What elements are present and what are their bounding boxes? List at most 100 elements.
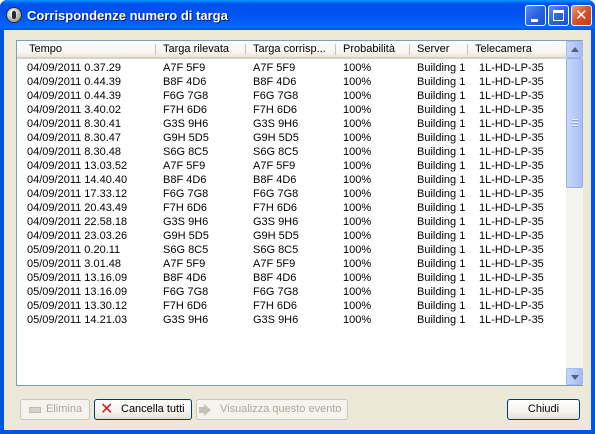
close-window-button[interactable]: ✕ bbox=[571, 5, 592, 26]
table-row[interactable]: 04/09/2011 8.30.41 G3S 9H6 G3S 9H6 100% Buil… bbox=[17, 117, 566, 131]
cell-probability: 100% bbox=[343, 314, 372, 326]
dialog-client-area: Tempo Targa rilevata Targa corrisp... Pr… bbox=[4, 30, 591, 430]
table-row[interactable]: 05/09/2011 0.20.11 S6G 8C5 S6G 8C5 100% Buil… bbox=[17, 243, 566, 257]
cell-detected-plate: A7F 5F9 bbox=[163, 258, 206, 270]
table-row[interactable]: 04/09/2011 8.30.48 S6G 8C5 S6G 8C5 100% Buil… bbox=[17, 145, 566, 159]
cell-server: Building 1 bbox=[417, 258, 466, 270]
cell-matched-plate: G3S 9H6 bbox=[253, 314, 299, 326]
cell-detected-plate: G3S 9H6 bbox=[163, 314, 209, 326]
cell-time: 04/09/2011 22.58.18 bbox=[27, 216, 128, 228]
cell-camera: 1L-HD-LP-35 bbox=[479, 118, 544, 130]
table-row[interactable]: 04/09/2011 13.03.52 A7F 5F9 A7F 5F9 100% Bui… bbox=[17, 159, 566, 173]
cell-camera: 1L-HD-LP-35 bbox=[479, 174, 544, 186]
cell-server: Building 1 bbox=[417, 272, 466, 284]
cell-server: Building 1 bbox=[417, 244, 466, 256]
table-row[interactable]: 04/09/2011 20.43.49 F7H 6D6 F7H 6D6 100% Bui… bbox=[17, 201, 566, 215]
table-row[interactable]: 05/09/2011 3.01.48 A7F 5F9 A7F 5F9 100% Buil… bbox=[17, 257, 566, 271]
delete-button[interactable]: Elimina bbox=[20, 399, 90, 420]
column-divider[interactable] bbox=[467, 44, 468, 55]
matches-list[interactable]: Tempo Targa rilevata Targa corrisp... Pr… bbox=[16, 40, 583, 386]
cell-matched-plate: S6G 8C5 bbox=[253, 244, 299, 256]
cell-server: Building 1 bbox=[417, 76, 466, 88]
cell-matched-plate: F7H 6D6 bbox=[253, 300, 298, 312]
title-bar[interactable]: Corrispondenze numero di targa ✕ bbox=[0, 0, 595, 30]
column-header-server[interactable]: Server bbox=[411, 41, 467, 57]
cell-server: Building 1 bbox=[417, 174, 466, 186]
cell-detected-plate: B8F 4D6 bbox=[163, 272, 207, 284]
cell-time: 04/09/2011 13.03.52 bbox=[27, 160, 128, 172]
column-header-matched-plate[interactable]: Targa corrisp... bbox=[247, 41, 335, 57]
cell-camera: 1L-HD-LP-35 bbox=[479, 62, 544, 74]
cell-camera: 1L-HD-LP-35 bbox=[479, 188, 544, 200]
table-row[interactable]: 05/09/2011 13.16.09 B8F 4D6 B8F 4D6 100% Bui… bbox=[17, 271, 566, 285]
cell-probability: 100% bbox=[343, 90, 372, 102]
minimize-button[interactable] bbox=[525, 5, 546, 26]
cell-probability: 100% bbox=[343, 132, 372, 144]
cell-matched-plate: A7F 5F9 bbox=[253, 62, 296, 74]
table-row[interactable]: 05/09/2011 14.21.03 G3S 9H6 G3S 9H6 100% Bui… bbox=[17, 313, 566, 327]
window-border-bottom bbox=[0, 430, 595, 434]
cell-time: 05/09/2011 14.21.03 bbox=[27, 314, 128, 326]
cell-time: 04/09/2011 0.37.29 bbox=[27, 62, 121, 74]
cell-server: Building 1 bbox=[417, 202, 466, 214]
cell-time: 05/09/2011 3.01.48 bbox=[27, 258, 121, 270]
scrollbar-thumb[interactable] bbox=[566, 58, 583, 188]
column-divider[interactable] bbox=[409, 44, 410, 55]
window-title: Corrispondenze numero di targa bbox=[27, 8, 228, 23]
clear-all-button[interactable]: ✕ Cancella tutti bbox=[94, 399, 192, 420]
maximize-button[interactable] bbox=[548, 5, 569, 26]
grip-line bbox=[572, 125, 578, 126]
column-divider[interactable] bbox=[155, 44, 156, 55]
table-row[interactable]: 04/09/2011 0.44.39 B8F 4D6 B8F 4D6 100% Buil… bbox=[17, 75, 566, 89]
cell-probability: 100% bbox=[343, 216, 372, 228]
cell-camera: 1L-HD-LP-35 bbox=[479, 230, 544, 242]
cell-time: 04/09/2011 3.40.02 bbox=[27, 104, 121, 116]
table-row[interactable]: 04/09/2011 22.58.18 G3S 9H6 G3S 9H6 100% Bui… bbox=[17, 215, 566, 229]
cell-server: Building 1 bbox=[417, 118, 466, 130]
column-header-detected-plate[interactable]: Targa rilevata bbox=[157, 41, 245, 57]
cell-probability: 100% bbox=[343, 174, 372, 186]
scroll-up-button[interactable] bbox=[566, 41, 583, 58]
cell-detected-plate: F7H 6D6 bbox=[163, 202, 208, 214]
table-row[interactable]: 04/09/2011 14.40.40 B8F 4D6 B8F 4D6 100% Bui… bbox=[17, 173, 566, 187]
cell-server: Building 1 bbox=[417, 62, 466, 74]
table-row[interactable]: 04/09/2011 3.40.02 F7H 6D6 F7H 6D6 100% Buil… bbox=[17, 103, 566, 117]
cell-camera: 1L-HD-LP-35 bbox=[479, 76, 544, 88]
column-divider[interactable] bbox=[245, 44, 246, 55]
cell-time: 04/09/2011 23.03.26 bbox=[27, 230, 128, 242]
cell-matched-plate: B8F 4D6 bbox=[253, 174, 297, 186]
cell-server: Building 1 bbox=[417, 286, 466, 298]
table-row[interactable]: 04/09/2011 0.37.29 A7F 5F9 A7F 5F9 100% Buil… bbox=[17, 61, 566, 75]
cell-probability: 100% bbox=[343, 286, 372, 298]
table-row[interactable]: 04/09/2011 8.30.47 G9H 5D5 G9H 5D5 100% Buil… bbox=[17, 131, 566, 145]
scroll-down-button[interactable] bbox=[566, 368, 583, 385]
view-event-button[interactable]: Visualizza questo evento bbox=[196, 399, 348, 420]
cell-time: 04/09/2011 14.40.40 bbox=[27, 174, 128, 186]
column-header-probability[interactable]: Probabilità bbox=[337, 41, 409, 57]
cell-server: Building 1 bbox=[417, 230, 466, 242]
cell-matched-plate: G3S 9H6 bbox=[253, 216, 299, 228]
cell-time: 04/09/2011 8.30.47 bbox=[27, 132, 121, 144]
table-row[interactable]: 04/09/2011 0.44.39 F6G 7G8 F6G 7G8 100% Buil… bbox=[17, 89, 566, 103]
cell-camera: 1L-HD-LP-35 bbox=[479, 272, 544, 284]
column-divider[interactable] bbox=[335, 44, 336, 55]
column-header-camera[interactable]: Telecamera bbox=[469, 41, 565, 57]
column-header-time[interactable]: Tempo bbox=[23, 41, 155, 57]
cell-matched-plate: F7H 6D6 bbox=[253, 202, 298, 214]
cell-time: 04/09/2011 20.43.49 bbox=[27, 202, 128, 214]
plate-matches-window: Corrispondenze numero di targa ✕ Tempo T… bbox=[0, 0, 595, 434]
cell-matched-plate: F6G 7G8 bbox=[253, 90, 299, 102]
close-button[interactable]: Chiudi bbox=[507, 399, 580, 420]
table-row[interactable]: 05/09/2011 13.30.12 F7H 6D6 F7H 6D6 100% Bui… bbox=[17, 299, 566, 313]
cell-detected-plate: G3S 9H6 bbox=[163, 216, 209, 228]
table-row[interactable]: 05/09/2011 13.16.09 F6G 7G8 F6G 7G8 100% Bui… bbox=[17, 285, 566, 299]
cell-probability: 100% bbox=[343, 160, 372, 172]
vertical-scrollbar[interactable] bbox=[566, 41, 583, 385]
table-row[interactable]: 04/09/2011 23.03.26 G9H 5D5 G9H 5D5 100% Bui… bbox=[17, 229, 566, 243]
cell-camera: 1L-HD-LP-35 bbox=[479, 160, 544, 172]
cell-camera: 1L-HD-LP-35 bbox=[479, 314, 544, 326]
table-row[interactable]: 04/09/2011 17.33.12 F6G 7G8 F6G 7G8 100% Bui… bbox=[17, 187, 566, 201]
cell-detected-plate: F6G 7G8 bbox=[163, 188, 209, 200]
cell-server: Building 1 bbox=[417, 216, 466, 228]
cell-probability: 100% bbox=[343, 118, 372, 130]
